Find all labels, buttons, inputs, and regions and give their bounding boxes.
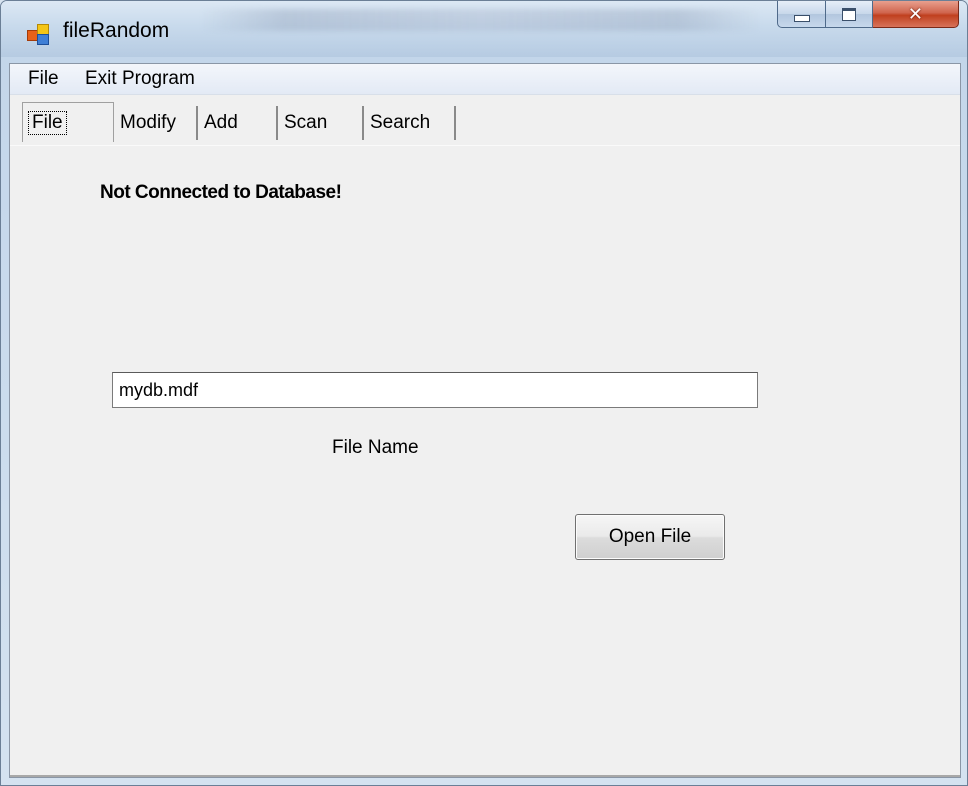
tab-add-label: Add [204,112,238,133]
app-window: fileRandom ✕ File Exit Program File Modi… [0,0,968,786]
window-title: fileRandom [63,19,170,42]
menu-exit-program[interactable]: Exit Program [85,68,195,90]
tab-modify-label: Modify [120,112,176,133]
tab-scan[interactable]: Scan [278,106,364,140]
menu-file[interactable]: File [28,68,59,90]
tab-panel-border [10,145,960,146]
tab-search[interactable]: Search [364,106,456,140]
maximize-button[interactable] [826,1,873,28]
client-area: File Exit Program File Modify Add Scan S… [9,63,961,778]
window-bottom-edge [10,775,960,777]
tab-add[interactable]: Add [198,106,278,140]
tab-file-label: File [28,110,67,135]
minimize-icon [793,14,810,22]
open-file-button[interactable]: Open File [575,514,725,560]
connection-status: Not Connected to Database! [100,182,342,203]
app-window-icon[interactable] [27,24,49,45]
minimize-button[interactable] [777,1,827,28]
close-button[interactable]: ✕ [872,1,959,28]
menu-bar: File Exit Program [10,64,960,95]
caption-buttons: ✕ [777,1,959,29]
tab-search-label: Search [370,112,431,133]
tab-strip: File Modify Add Scan Search [10,102,960,146]
filename-input[interactable] [112,372,758,408]
maximize-icon [842,7,857,21]
close-icon: ✕ [907,3,924,25]
filename-label: File Name [332,437,419,458]
tab-modify[interactable]: Modify [114,106,198,140]
tab-file[interactable]: File [22,102,114,142]
title-bar[interactable]: fileRandom ✕ [1,1,967,57]
title-bar-background-blur [201,9,761,31]
tab-scan-label: Scan [284,112,328,133]
